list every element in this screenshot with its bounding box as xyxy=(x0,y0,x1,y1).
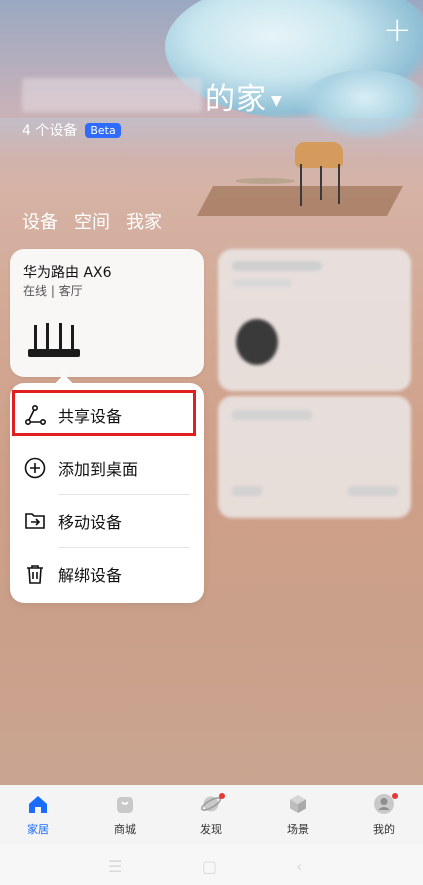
cube-icon xyxy=(290,795,306,813)
menu-item-move-device[interactable]: 移动设备 xyxy=(10,495,204,547)
nav-label: 我的 xyxy=(373,823,395,836)
blurred-home-name xyxy=(22,78,202,112)
home-icon xyxy=(29,796,47,813)
nav-item-discover[interactable]: 发现 xyxy=(181,793,241,837)
nav-label: 发现 xyxy=(200,823,222,836)
chair-decoration xyxy=(295,142,343,168)
device-status: 在线 | 客厅 xyxy=(23,284,83,298)
home-title: 的家 xyxy=(205,82,267,117)
highlight-box xyxy=(12,390,196,436)
menu-item-unbind-device[interactable]: 解绑设备 xyxy=(10,548,204,600)
menu-item-add-to-desktop[interactable]: 添加到桌面 xyxy=(10,442,204,494)
menu-item-label: 移动设备 xyxy=(58,513,123,532)
nav-item-profile[interactable]: 我的 xyxy=(354,793,414,837)
router-icon xyxy=(28,323,80,357)
device-name: 华为路由 AX6 xyxy=(23,265,112,281)
chair-leg xyxy=(338,164,340,204)
chair-leg xyxy=(320,166,322,200)
device-card-blurred[interactable] xyxy=(218,396,411,518)
notification-dot xyxy=(219,793,225,799)
tab-my-home[interactable]: 我家 xyxy=(126,208,162,234)
device-card-blurred[interactable] xyxy=(218,249,411,391)
home-switcher[interactable]: 的家 ▼ xyxy=(205,74,283,118)
nav-label: 商城 xyxy=(114,823,136,836)
beta-badge: Beta xyxy=(85,122,121,138)
bottom-nav: 家居 商城 发现 场景 我的 xyxy=(0,785,423,845)
tab-spaces[interactable]: 空间 xyxy=(74,208,110,234)
nav-item-home[interactable]: 家居 xyxy=(8,793,68,837)
device-count: 4 个设备 xyxy=(22,123,78,139)
tab-devices[interactable]: 设备 xyxy=(22,208,58,234)
home-tabs: 设备 空间 我家 xyxy=(22,208,162,234)
add-circle-icon xyxy=(24,457,46,479)
add-button[interactable]: + xyxy=(383,13,412,47)
move-folder-icon xyxy=(25,513,45,529)
device-count-row: 4 个设备 Beta xyxy=(22,120,121,140)
back-icon[interactable]: ‹ xyxy=(296,857,302,876)
menu-item-label: 添加到桌面 xyxy=(58,460,139,479)
device-card-router[interactable]: 华为路由 AX6 在线 | 客厅 xyxy=(10,249,204,377)
nav-label: 家居 xyxy=(27,823,49,836)
menu-item-label: 解绑设备 xyxy=(58,566,123,585)
table-decoration xyxy=(235,178,295,184)
system-nav-bar: ☰ ▢ ‹ xyxy=(0,845,423,885)
nav-item-shop[interactable]: 商城 xyxy=(95,793,155,837)
nav-label: 场景 xyxy=(287,823,309,836)
trash-icon xyxy=(27,565,43,584)
menu-icon[interactable]: ☰ xyxy=(108,857,122,876)
plus-icon: + xyxy=(383,10,412,50)
shop-bag-icon xyxy=(117,797,133,813)
chair-leg xyxy=(300,164,302,206)
caret-down-icon: ▼ xyxy=(271,92,283,109)
home-square-icon[interactable]: ▢ xyxy=(202,857,217,876)
nav-item-scenes[interactable]: 场景 xyxy=(268,793,328,837)
notification-dot xyxy=(392,793,398,799)
